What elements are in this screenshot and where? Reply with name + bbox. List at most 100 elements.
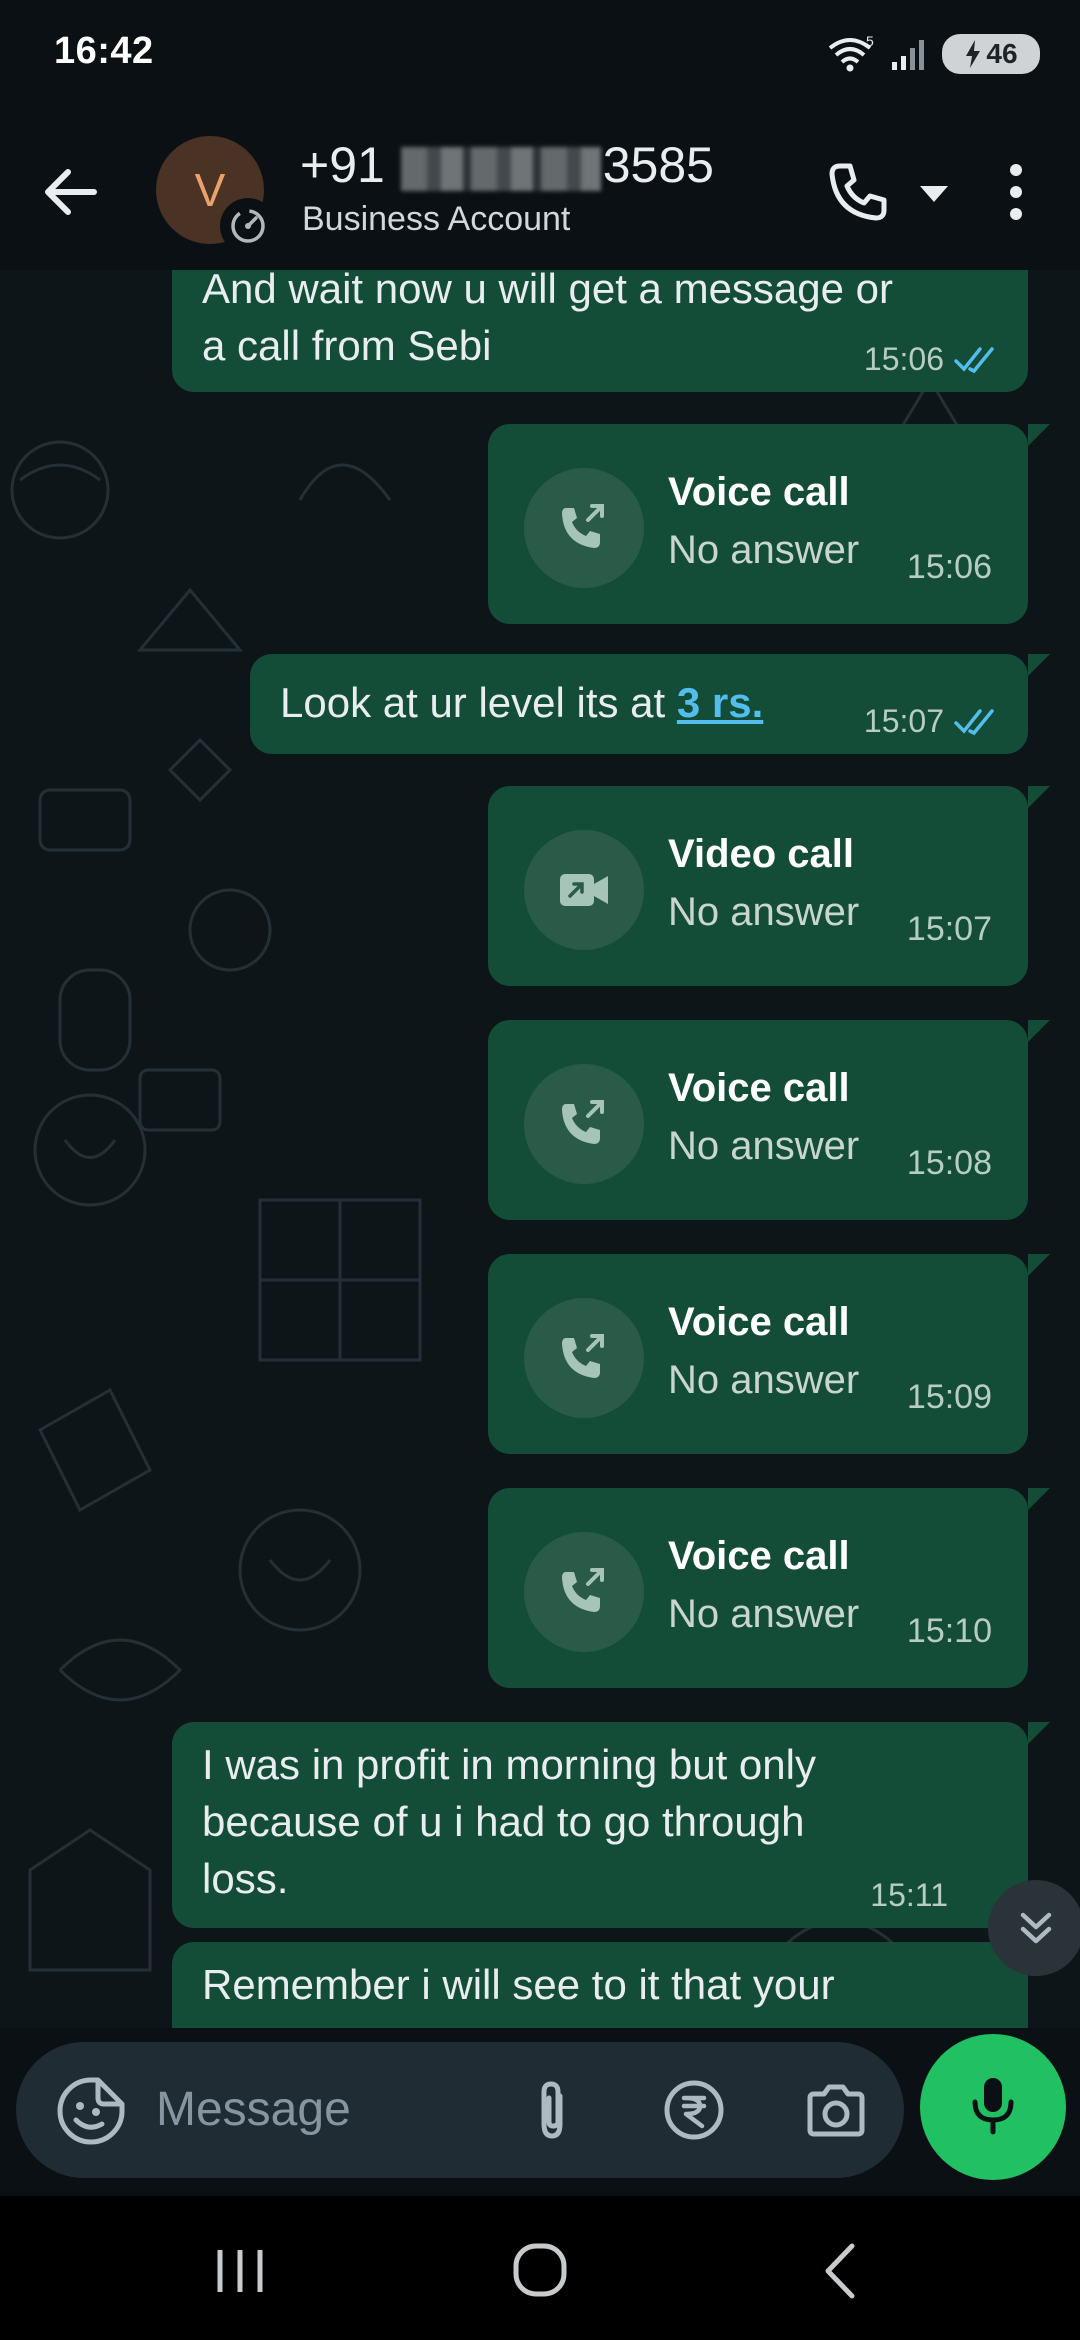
payment-button[interactable] (658, 2074, 730, 2146)
double-check-icon (954, 346, 994, 373)
call-bubble[interactable]: Video call No answer 15:07 (488, 786, 1028, 986)
message-time: 15:07 (906, 910, 992, 948)
wifi-badge: 5 (866, 34, 874, 49)
message-meta: 15:06 (864, 341, 1002, 378)
status-bar: 16:42 5 46 (0, 0, 1080, 110)
attach-icon (541, 2081, 563, 2139)
outgoing-call-icon (562, 1334, 604, 1378)
double-check-icon (954, 708, 994, 735)
system-navigation-bar (0, 2196, 1080, 2340)
call-icon-circle (524, 830, 644, 950)
attach-button[interactable] (516, 2074, 588, 2146)
call-bubble[interactable]: Voice call No answer 15:08 (488, 1020, 1028, 1220)
more-vertical-icon (1010, 164, 1022, 220)
outgoing-call-icon (562, 1100, 604, 1144)
battery-level: 46 (986, 38, 1018, 69)
redacted-digits (400, 146, 601, 191)
chat-messages[interactable]: And wait now u will get a message or a c… (0, 270, 1080, 2028)
message-line: Look at ur level its at (280, 679, 677, 726)
message-line: because of u i had to go through (202, 1798, 805, 1845)
recents-icon (217, 2250, 263, 2292)
call-status: No answer (668, 528, 860, 572)
charging-bolt-icon (966, 40, 981, 68)
bubble-tail (1028, 654, 1050, 676)
caret-down-icon (920, 186, 948, 202)
contact-name-suffix: 3585 (602, 137, 714, 193)
call-icon-circle (524, 1298, 644, 1418)
call-title: Voice call (668, 470, 850, 514)
recents-button[interactable] (200, 2236, 280, 2306)
call-status: No answer (668, 890, 860, 934)
home-icon (513, 2243, 567, 2297)
call-status: No answer (668, 1592, 860, 1636)
message-line: a call from Sebi (202, 322, 492, 369)
timer-badge-icon (220, 198, 276, 254)
message-bubble-outgoing[interactable]: Remember i will see to it that your (172, 1942, 1028, 2028)
signal-icon (892, 40, 924, 70)
outgoing-call-icon (562, 1568, 604, 1612)
contact-name[interactable]: +91 3585 (300, 136, 714, 194)
message-time: 15:06 (906, 548, 992, 586)
message-line: loss. (202, 1855, 289, 1902)
system-back-button[interactable] (800, 2236, 880, 2306)
back-arrow-icon (45, 169, 97, 215)
message-input-bar[interactable]: Message (16, 2042, 904, 2178)
voice-call-button[interactable] (822, 156, 894, 228)
contact-subtitle: Business Account (302, 200, 571, 238)
call-title: Voice call (668, 1534, 850, 1578)
rupee-payment-icon (664, 2080, 724, 2140)
message-line: And wait now u will get a message or (202, 270, 894, 312)
message-bubble-outgoing[interactable]: I was in profit in morning but only beca… (172, 1722, 1028, 1928)
more-options-button[interactable] (992, 156, 1040, 228)
message-text: Remember i will see to it that your (202, 1956, 835, 2013)
message-line: Remember i will see to it that your (202, 1961, 835, 2008)
call-icon-circle (524, 1532, 644, 1652)
call-status: No answer (668, 1358, 860, 1402)
call-bubble[interactable]: Voice call No answer 15:10 (488, 1488, 1028, 1688)
call-bubble[interactable]: Voice call No answer 15:09 (488, 1254, 1028, 1454)
call-title: Video call (668, 832, 855, 876)
bubble-tail (1028, 424, 1050, 446)
contact-name-prefix: +91 (300, 137, 385, 193)
phone-icon (829, 163, 887, 221)
outgoing-call-icon (562, 504, 604, 548)
message-time: 15:09 (906, 1378, 992, 1416)
bubble-tail (1028, 1722, 1050, 1744)
home-button[interactable] (500, 2236, 580, 2306)
message-time: 15:07 (863, 703, 944, 739)
bubble-tail (1028, 1254, 1050, 1276)
bubble-tail (1028, 1020, 1050, 1042)
emoji-button[interactable] (52, 2072, 130, 2150)
message-meta: 15:07 (864, 703, 1002, 740)
message-time: 15:06 (863, 341, 944, 377)
nav-back-icon (825, 2243, 855, 2299)
message-link[interactable]: 3 rs. (677, 679, 763, 726)
call-status: No answer (668, 1124, 860, 1168)
message-time: 15:10 (906, 1612, 992, 1650)
scroll-to-bottom-button[interactable] (988, 1880, 1080, 1976)
message-meta: 15:11 (870, 1877, 948, 1914)
voice-message-button[interactable] (920, 2034, 1066, 2180)
message-time: 15:08 (906, 1144, 992, 1182)
call-options-button[interactable] (912, 172, 956, 216)
call-bubble[interactable]: Voice call No answer 15:06 (488, 424, 1028, 624)
emoji-sticker-icon (57, 2077, 125, 2145)
message-text: Look at ur level its at 3 rs. (280, 674, 763, 731)
message-text: And wait now u will get a message or a c… (202, 270, 893, 374)
message-bubble-outgoing[interactable]: And wait now u will get a message or a c… (172, 270, 1028, 392)
call-title: Voice call (668, 1300, 850, 1344)
battery-icon: 46 (942, 34, 1040, 74)
call-icon-circle (524, 468, 644, 588)
message-line: I was in profit in morning but only (202, 1741, 816, 1788)
message-time: 15:11 (870, 1877, 948, 1913)
camera-button[interactable] (800, 2074, 872, 2146)
camera-icon (807, 2084, 865, 2137)
chat-header: V +91 3585 Business Account (0, 110, 1080, 270)
message-text: I was in profit in morning but only beca… (202, 1736, 816, 1907)
message-input[interactable]: Message (156, 2080, 456, 2140)
bubble-tail (1028, 786, 1050, 808)
back-button[interactable] (34, 156, 106, 228)
message-bubble-outgoing[interactable]: Look at ur level its at 3 rs. 15:07 (250, 654, 1028, 754)
video-call-icon (560, 874, 608, 906)
status-time: 16:42 (54, 30, 154, 72)
